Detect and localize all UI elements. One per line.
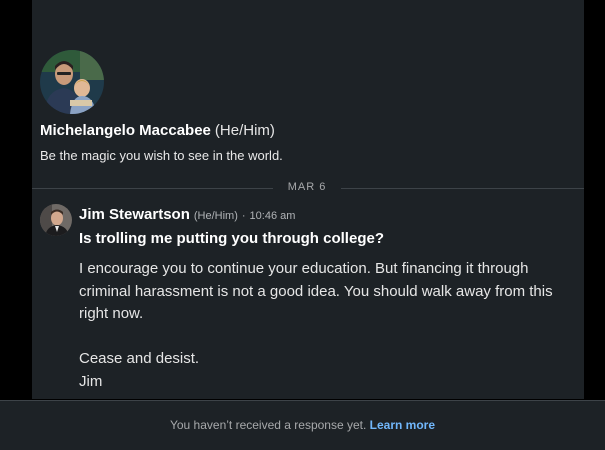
- header-separator: ·: [241, 210, 246, 222]
- response-status-text: You haven’t received a response yet.: [169, 418, 367, 432]
- message-timestamp: 10:46 am: [249, 210, 296, 222]
- divider-right: [341, 188, 584, 189]
- message-body-line: criminal harassment is not a good idea. …: [79, 282, 553, 300]
- messaging-window: Michelangelo Maccabee (He/Him) Be the mag…: [0, 0, 605, 450]
- message-body-line: Cease and desist.: [79, 350, 200, 367]
- profile-headline: Be the magic you wish to see in the worl…: [40, 148, 283, 163]
- profile-photo-icon: [40, 50, 104, 114]
- profile-name[interactable]: Michelangelo Maccabee: [40, 122, 211, 139]
- response-status-footer: You haven’t received a response yet. Lea…: [0, 400, 605, 450]
- learn-more-link[interactable]: Learn more: [370, 418, 435, 432]
- message-body-line: right now.: [79, 305, 144, 322]
- message-body: I encourage you to continue your educati…: [79, 258, 574, 393]
- profile-name-row: Michelangelo Maccabee (He/Him): [40, 122, 275, 139]
- date-divider: MAR 6: [287, 181, 327, 193]
- message-author[interactable]: Jim Stewartson: [79, 206, 190, 223]
- divider-left: [32, 188, 273, 189]
- profile-avatar[interactable]: [40, 50, 104, 114]
- message-body-line: Jim: [79, 372, 103, 390]
- message-header: Jim Stewartson (He/Him) · 10:46 am: [79, 206, 295, 224]
- author-photo-icon: [40, 204, 72, 236]
- message-subject: Is trolling me putting you through colle…: [79, 230, 384, 247]
- footer-text-row: You haven’t received a response yet. Lea…: [0, 418, 605, 432]
- profile-pronouns: (He/Him): [214, 122, 275, 139]
- message-body-line: I encourage you to continue your educati…: [79, 260, 529, 277]
- message-author-avatar[interactable]: [40, 204, 72, 236]
- message-body-line: [79, 326, 574, 349]
- message-author-pronouns: (He/Him): [193, 210, 238, 222]
